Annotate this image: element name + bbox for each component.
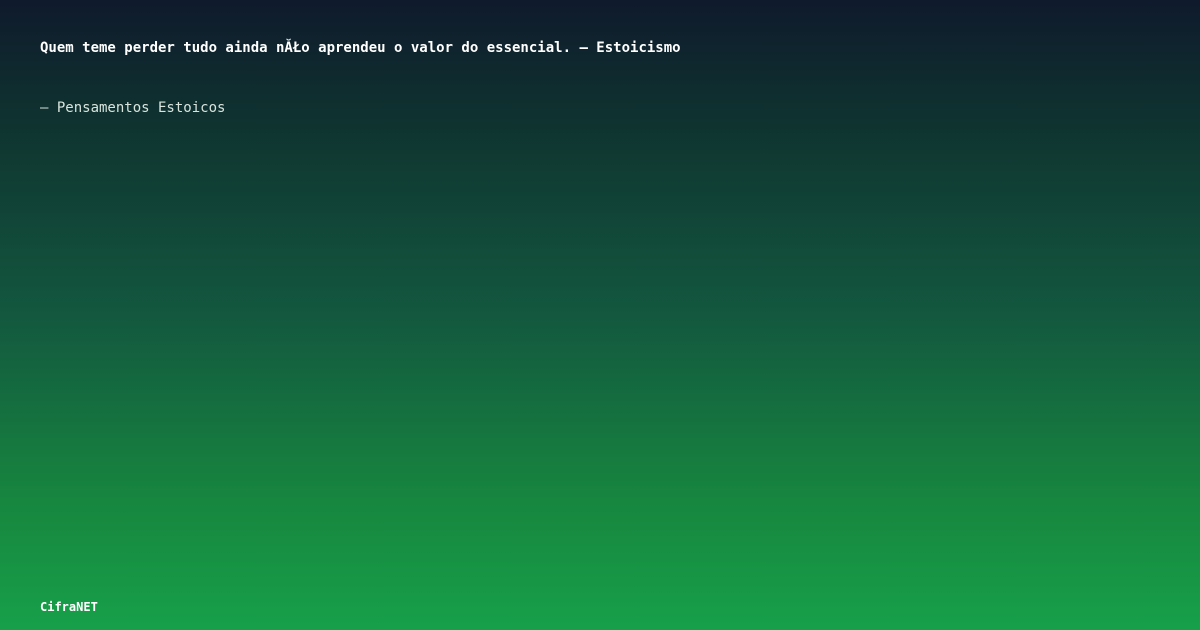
quote-text: Quem teme perder tudo ainda nĂŁo aprende… xyxy=(40,40,681,56)
quote-card: Quem teme perder tudo ainda nĂŁo aprende… xyxy=(0,0,1200,630)
quote-source: – Pensamentos Estoicos xyxy=(40,100,226,116)
brand-name: CifraNET xyxy=(40,600,98,614)
